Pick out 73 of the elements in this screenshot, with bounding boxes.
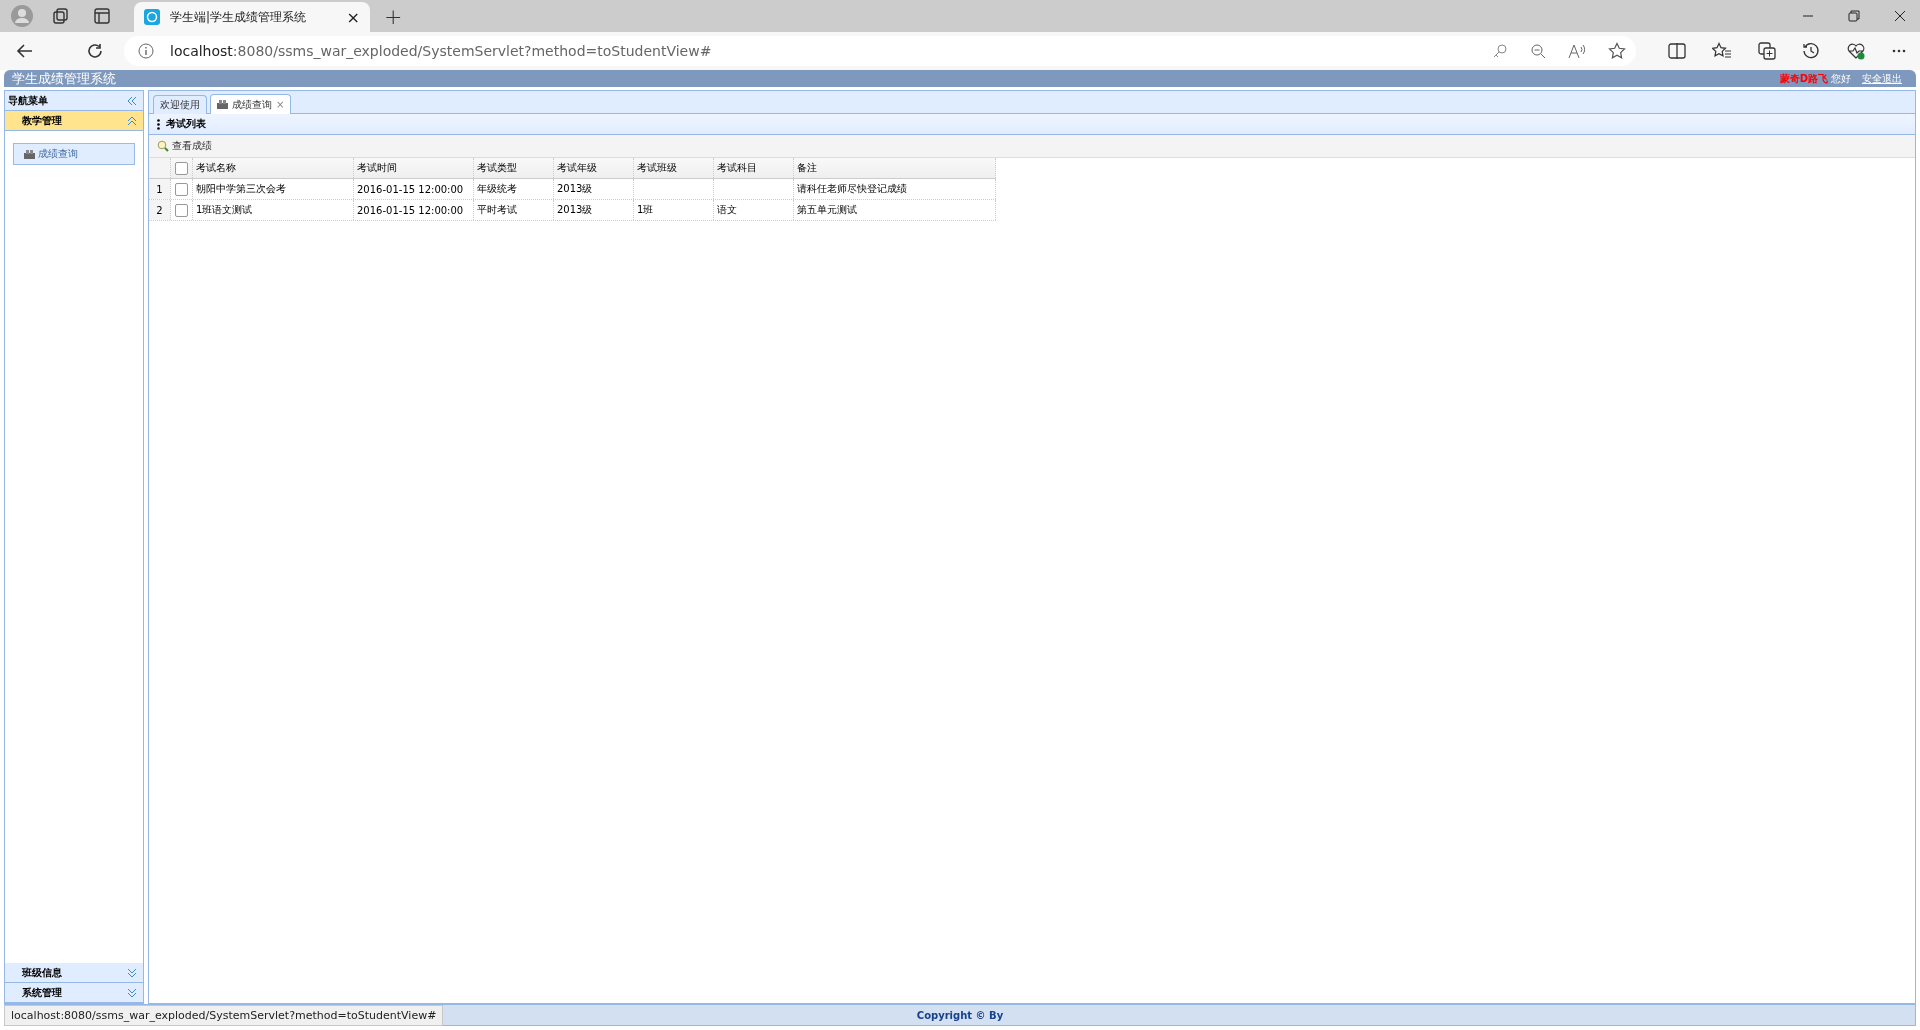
refresh-icon[interactable] bbox=[86, 42, 104, 60]
menu-item[interactable]: 成绩查询 bbox=[13, 143, 135, 165]
restore-icon[interactable] bbox=[1848, 10, 1860, 22]
info-icon[interactable] bbox=[138, 43, 154, 59]
tab[interactable]: 成绩查询 × bbox=[210, 94, 292, 114]
tab-close-button[interactable]: × bbox=[346, 7, 360, 27]
magnifier-icon bbox=[157, 140, 169, 152]
tab-title: 学生端|学生成绩管理系统 bbox=[170, 8, 308, 26]
tab-panel-icon[interactable] bbox=[94, 8, 110, 24]
view-scores-button[interactable]: 查看成绩 bbox=[155, 137, 214, 155]
favorites-icon[interactable] bbox=[1712, 42, 1732, 60]
column-header[interactable]: 考试科目 bbox=[714, 158, 794, 178]
accordion-header[interactable]: 教学管理 bbox=[5, 111, 143, 131]
split-screen-icon[interactable] bbox=[1668, 42, 1686, 60]
accordion-title: 教学管理 bbox=[22, 113, 62, 128]
column-header[interactable]: 考试类型 bbox=[474, 158, 554, 178]
app-title: 学生成绩管理系统 bbox=[12, 69, 116, 88]
panel-title: 考试列表 bbox=[166, 117, 206, 131]
table-cell: 年级统考 bbox=[474, 179, 554, 199]
new-tab-button[interactable]: + bbox=[384, 3, 403, 29]
table-cell: 2016-01-15 12:00:00 bbox=[354, 200, 474, 220]
chevron-down-icon bbox=[127, 967, 137, 978]
browser-tab[interactable]: 学生端|学生成绩管理系统 × bbox=[134, 2, 370, 32]
table-cell: 请科任老师尽快登记成绩 bbox=[794, 179, 996, 199]
row-number: 1 bbox=[149, 179, 171, 199]
tab-close-button[interactable]: × bbox=[276, 99, 285, 110]
site-icon bbox=[144, 9, 160, 25]
accordion-header[interactable]: 系统管理 bbox=[5, 983, 143, 1003]
address-bar[interactable]: localhost:8080/ssms_war_exploded/SystemServlet?method=toStudentView# bbox=[124, 36, 1636, 66]
health-icon[interactable] bbox=[1846, 42, 1866, 60]
collections-icon[interactable] bbox=[52, 7, 70, 25]
read-aloud-icon[interactable] bbox=[1568, 43, 1586, 59]
table-cell: 1班语文测试 bbox=[193, 200, 354, 220]
copyright-text: Copyright © By bbox=[916, 1009, 1004, 1021]
row-number: 2 bbox=[149, 200, 171, 220]
table-cell: 语文 bbox=[714, 200, 794, 220]
table-cell: 1班 bbox=[634, 200, 714, 220]
column-header[interactable]: 考试名称 bbox=[193, 158, 354, 178]
star-icon[interactable] bbox=[1608, 42, 1626, 60]
table-cell: 平时考试 bbox=[474, 200, 554, 220]
zoom-out-icon[interactable] bbox=[1530, 43, 1546, 59]
column-header[interactable]: 考试年级 bbox=[554, 158, 634, 178]
chevron-up-icon bbox=[127, 115, 137, 126]
grid-icon bbox=[24, 149, 35, 159]
checkbox[interactable] bbox=[175, 161, 188, 175]
table-cell: 朝阳中学第三次会考 bbox=[193, 179, 354, 199]
table-cell: 2013级 bbox=[554, 200, 634, 220]
user-name: 蒙奇D路飞 bbox=[1779, 71, 1828, 86]
history-icon[interactable] bbox=[1802, 42, 1820, 60]
sidebar-title: 导航菜单 bbox=[8, 93, 48, 108]
collapse-icon[interactable] bbox=[127, 95, 137, 106]
column-header[interactable]: 考试时间 bbox=[354, 158, 474, 178]
checkbox[interactable] bbox=[175, 203, 188, 217]
column-header[interactable]: 备注 bbox=[794, 158, 996, 178]
table-cell: 2013级 bbox=[554, 179, 634, 199]
grid-icon bbox=[217, 100, 228, 109]
checkbox[interactable] bbox=[175, 182, 188, 196]
close-icon[interactable] bbox=[1894, 10, 1906, 22]
accordion-header[interactable]: 班级信息 bbox=[5, 963, 143, 983]
accordion-title: 班级信息 bbox=[22, 965, 62, 980]
status-url-tooltip: localhost:8080/ssms_war_exploded/SystemServlet?method=toStudentView# bbox=[4, 1005, 444, 1026]
column-header[interactable]: 考试班级 bbox=[634, 158, 714, 178]
table-cell: 2016-01-15 12:00:00 bbox=[354, 179, 474, 199]
dots-icon bbox=[157, 118, 160, 130]
accordion-title: 系统管理 bbox=[22, 985, 62, 1000]
tab[interactable]: 欢迎使用 bbox=[153, 95, 207, 114]
collections-add-icon[interactable] bbox=[1758, 42, 1776, 60]
more-icon[interactable] bbox=[1892, 49, 1906, 53]
greeting-text: 您好 bbox=[1831, 71, 1851, 86]
back-icon[interactable] bbox=[16, 42, 34, 60]
url-text: localhost:8080/ssms_war_exploded/SystemServlet?method=toStudentView# bbox=[170, 43, 712, 59]
table-cell: 第五单元测试 bbox=[794, 200, 996, 220]
chevron-down-icon bbox=[127, 987, 137, 998]
